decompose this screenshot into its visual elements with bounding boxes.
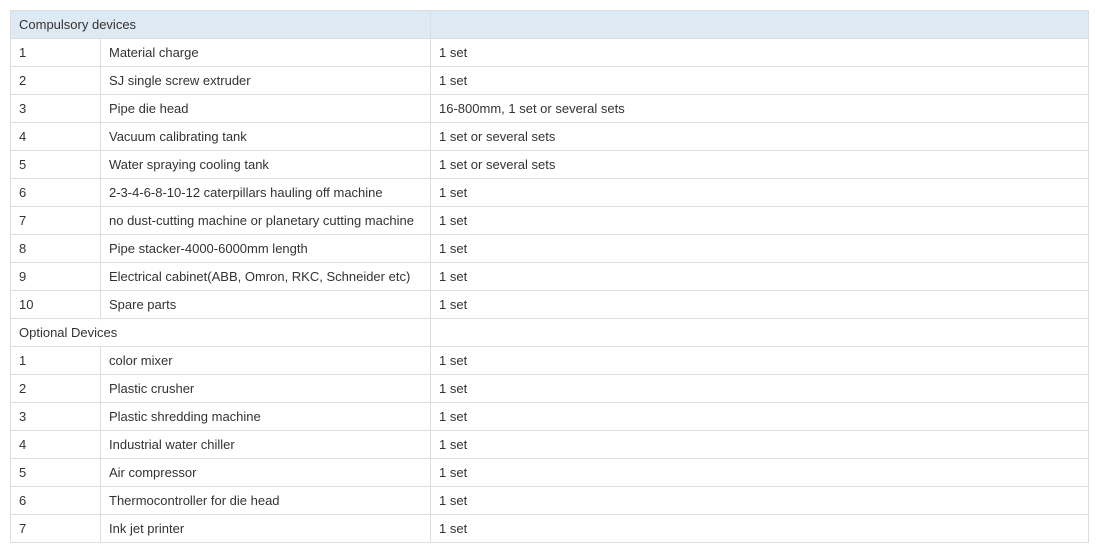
table-row: 62-3-4-6-8-10-12 caterpillars hauling of…	[11, 179, 1089, 207]
table-body: Compulsory devices1Material charge1 set2…	[11, 11, 1089, 543]
table-row: 5Air compressor1 set	[11, 459, 1089, 487]
cell-name: Air compressor	[101, 459, 431, 487]
cell-quantity: 1 set or several sets	[431, 123, 1089, 151]
cell-name: SJ single screw extruder	[101, 67, 431, 95]
cell-name: Pipe stacker-4000-6000mm length	[101, 235, 431, 263]
cell-number: 3	[11, 403, 101, 431]
cell-quantity: 1 set	[431, 347, 1089, 375]
cell-number: 7	[11, 207, 101, 235]
section-title: Compulsory devices	[11, 11, 431, 39]
section-header-spacer	[431, 319, 1089, 347]
cell-quantity: 1 set	[431, 179, 1089, 207]
cell-name: color mixer	[101, 347, 431, 375]
table-row: 2Plastic crusher1 set	[11, 375, 1089, 403]
cell-number: 1	[11, 39, 101, 67]
cell-number: 4	[11, 431, 101, 459]
cell-quantity: 1 set	[431, 263, 1089, 291]
table-row: 7no dust-cutting machine or planetary cu…	[11, 207, 1089, 235]
table-row: 1Material charge1 set	[11, 39, 1089, 67]
cell-name: Pipe die head	[101, 95, 431, 123]
cell-quantity: 16-800mm, 1 set or several sets	[431, 95, 1089, 123]
cell-number: 8	[11, 235, 101, 263]
cell-number: 7	[11, 515, 101, 543]
section-header-spacer	[431, 11, 1089, 39]
cell-quantity: 1 set	[431, 207, 1089, 235]
table-row: 9Electrical cabinet(ABB, Omron, RKC, Sch…	[11, 263, 1089, 291]
devices-table: Compulsory devices1Material charge1 set2…	[10, 10, 1089, 543]
cell-name: no dust-cutting machine or planetary cut…	[101, 207, 431, 235]
section-header: Compulsory devices	[11, 11, 1089, 39]
cell-number: 1	[11, 347, 101, 375]
cell-quantity: 1 set	[431, 291, 1089, 319]
cell-quantity: 1 set	[431, 39, 1089, 67]
cell-quantity: 1 set	[431, 67, 1089, 95]
cell-name: Industrial water chiller	[101, 431, 431, 459]
table-row: 3Plastic shredding machine1 set	[11, 403, 1089, 431]
cell-number: 5	[11, 459, 101, 487]
table-row: 4Vacuum calibrating tank1 set or several…	[11, 123, 1089, 151]
cell-number: 6	[11, 487, 101, 515]
cell-number: 10	[11, 291, 101, 319]
table-row: 6Thermocontroller for die head1 set	[11, 487, 1089, 515]
cell-quantity: 1 set	[431, 235, 1089, 263]
cell-number: 2	[11, 67, 101, 95]
cell-name: Vacuum calibrating tank	[101, 123, 431, 151]
cell-quantity: 1 set	[431, 487, 1089, 515]
cell-number: 4	[11, 123, 101, 151]
cell-quantity: 1 set	[431, 403, 1089, 431]
cell-quantity: 1 set	[431, 375, 1089, 403]
table-row: 8Pipe stacker-4000-6000mm length1 set	[11, 235, 1089, 263]
table-row: 2SJ single screw extruder1 set	[11, 67, 1089, 95]
table-row: 5Water spraying cooling tank1 set or sev…	[11, 151, 1089, 179]
cell-name: Water spraying cooling tank	[101, 151, 431, 179]
cell-name: Plastic crusher	[101, 375, 431, 403]
cell-number: 2	[11, 375, 101, 403]
section-title: Optional Devices	[11, 319, 431, 347]
cell-name: Plastic shredding machine	[101, 403, 431, 431]
cell-number: 9	[11, 263, 101, 291]
cell-quantity: 1 set or several sets	[431, 151, 1089, 179]
table-row: 3Pipe die head16-800mm, 1 set or several…	[11, 95, 1089, 123]
cell-name: Spare parts	[101, 291, 431, 319]
cell-name: 2-3-4-6-8-10-12 caterpillars hauling off…	[101, 179, 431, 207]
section-header: Optional Devices	[11, 319, 1089, 347]
cell-quantity: 1 set	[431, 515, 1089, 543]
table-row: 10Spare parts1 set	[11, 291, 1089, 319]
cell-number: 3	[11, 95, 101, 123]
cell-quantity: 1 set	[431, 459, 1089, 487]
cell-name: Material charge	[101, 39, 431, 67]
table-row: 1color mixer1 set	[11, 347, 1089, 375]
cell-number: 5	[11, 151, 101, 179]
table-row: 7Ink jet printer1 set	[11, 515, 1089, 543]
cell-name: Electrical cabinet(ABB, Omron, RKC, Schn…	[101, 263, 431, 291]
cell-name: Thermocontroller for die head	[101, 487, 431, 515]
table-row: 4Industrial water chiller1 set	[11, 431, 1089, 459]
cell-quantity: 1 set	[431, 431, 1089, 459]
cell-name: Ink jet printer	[101, 515, 431, 543]
cell-number: 6	[11, 179, 101, 207]
